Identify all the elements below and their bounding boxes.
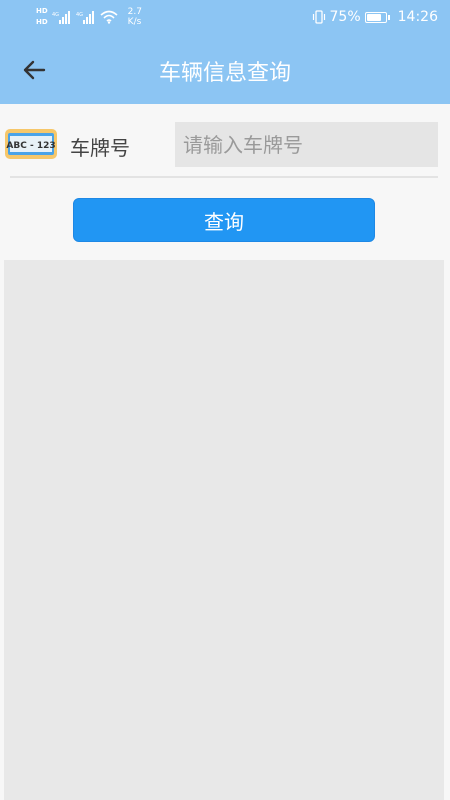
status-right: 75% 14:26 [312,7,438,27]
hd-badge-1: HD [36,7,48,15]
page-title: 车辆信息查询 [158,61,291,86]
network-speed: 2.7 K/s [128,7,142,27]
hd-indicators: HD HD [36,7,48,27]
vibrate-icon [312,10,325,24]
battery-percent: 75% [329,9,361,25]
battery-icon [364,11,387,23]
app-header: HD HD 4G 4G 2.7 K/s 75% 14:26 车辆信息查询 [0,0,450,104]
query-button[interactable]: 查询 [73,198,375,242]
signal-icon-1: 4G [52,11,70,24]
plate-number-input[interactable] [175,122,438,167]
network-speed-unit: K/s [127,17,142,27]
license-plate-icon: ABC - 123 [5,129,57,159]
plate-number-label: 车牌号 [70,136,130,160]
license-plate-text: ABC - 123 [6,141,55,151]
divider [10,176,438,178]
status-bar: HD HD 4G 4G 2.7 K/s 75% 14:26 [0,0,450,34]
battery-tip [387,14,390,20]
svg-text:4G: 4G [76,12,83,18]
svg-text:4G: 4G [52,12,59,18]
signal-icon-2: 4G [76,11,94,24]
network-speed-value: 2.7 [127,7,142,17]
clock: 14:26 [397,9,438,25]
hd-badge-2: HD [36,18,48,26]
results-area [4,260,444,800]
status-left: HD HD 4G 4G 2.7 K/s [36,4,142,30]
battery-level [366,13,381,21]
wifi-icon [100,10,118,24]
